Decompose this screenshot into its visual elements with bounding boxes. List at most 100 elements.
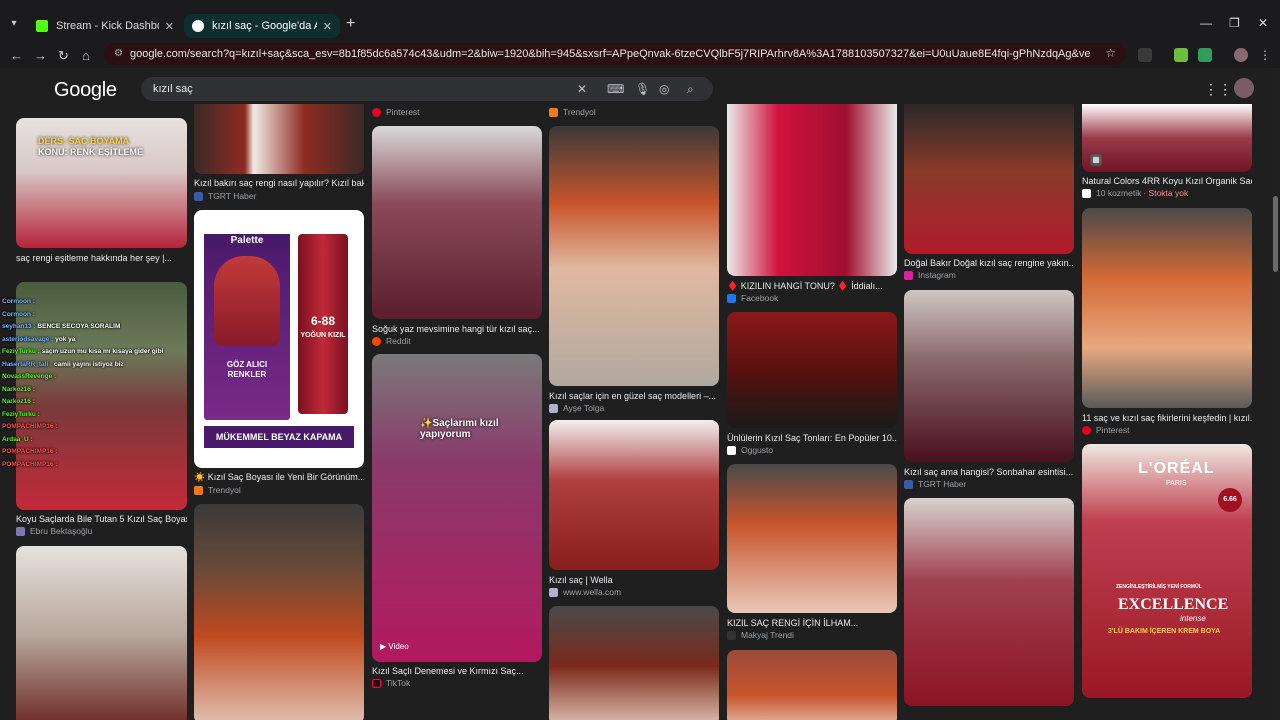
- result-source[interactable]: Oggusto: [727, 445, 773, 455]
- close-tab-icon[interactable]: ✕: [165, 20, 174, 33]
- search-box[interactable]: ✕ ⌨ 🎙 ◎ ⌕: [141, 77, 713, 101]
- result-title[interactable]: Kızıl saçlar için en güzel saç modelleri…: [549, 391, 719, 401]
- result-source[interactable]: Pinterest: [1082, 425, 1130, 435]
- result-title[interactable]: Kızıl saç ama hangisi? Sonbahar esintisi…: [904, 467, 1074, 477]
- menu-kebab-icon[interactable]: ⋮: [1258, 48, 1272, 62]
- image-result-card[interactable]: [549, 606, 719, 720]
- result-title[interactable]: Ünlülerin Kızıl Saç Tonları: En Popüler …: [727, 433, 897, 443]
- search-input[interactable]: [153, 80, 573, 98]
- google-apps-icon[interactable]: ⋮⋮: [1204, 81, 1232, 98]
- image-result-card[interactable]: Kızıl saçlar için en güzel saç modelleri…: [549, 126, 719, 414]
- result-thumbnail[interactable]: L'ORÉAL PARIS 6.66 ZENGİNLEŞTİRİLMİŞ YEN…: [1082, 444, 1252, 698]
- site-info-icon[interactable]: ⚙: [114, 48, 124, 60]
- bookmark-star-icon[interactable]: ☆: [1105, 46, 1116, 60]
- result-source[interactable]: Ayşe Tolga: [549, 403, 604, 413]
- image-result-card[interactable]: Doğal Bakır Doğal kızıl saç rengine yakı…: [904, 104, 1074, 282]
- result-title[interactable]: ♦️ KIZILIN HANGİ TONU? ♦️ İddialı...: [727, 281, 897, 292]
- image-result-card[interactable]: Pinterest: [372, 104, 542, 118]
- result-title[interactable]: Soğuk yaz mevsimine hangi tür kızıl saç.…: [372, 324, 542, 334]
- image-result-card[interactable]: ✨Saçlarımı kızıl yapıyorum ▶ Video Kızıl…: [372, 354, 542, 692]
- scrollbar-thumb[interactable]: [1273, 196, 1278, 272]
- result-source[interactable]: Makyaj Trendi: [727, 630, 794, 640]
- image-result-card[interactable]: Kızıl saç ama hangisi? Sonbahar esintisi…: [904, 290, 1074, 490]
- result-title[interactable]: Natural Colors 4RR Koyu Kızıl Organik Sa…: [1082, 176, 1252, 186]
- image-result-card[interactable]: ▦ Natural Colors 4RR Koyu Kızıl Organik …: [1082, 104, 1252, 202]
- result-title[interactable]: Kızıl Saçlı Denemesi ve Kırmızı Saç...: [372, 666, 542, 676]
- image-result-card[interactable]: [904, 498, 1074, 720]
- extensions-icon[interactable]: [1138, 48, 1152, 62]
- extension-1-icon[interactable]: [1174, 48, 1188, 62]
- result-thumbnail[interactable]: [727, 464, 897, 613]
- result-thumbnail[interactable]: [372, 126, 542, 319]
- result-source[interactable]: Instagram: [904, 270, 956, 280]
- result-thumbnail[interactable]: ▦: [1082, 104, 1252, 172]
- google-logo[interactable]: Google: [54, 79, 117, 102]
- image-result-card[interactable]: Palette GÖZ ALICI RENKLER 6-88 YOĞUN KIZ…: [194, 210, 364, 498]
- profile-avatar-icon[interactable]: [1234, 48, 1248, 62]
- image-result-card[interactable]: [727, 650, 897, 720]
- result-thumbnail[interactable]: [194, 504, 364, 720]
- new-tab-icon[interactable]: +: [346, 16, 355, 32]
- result-source[interactable]: Ebru Bektaşoğlu: [16, 526, 92, 536]
- result-source[interactable]: TikTok: [372, 678, 410, 688]
- close-window-icon[interactable]: ✕: [1258, 16, 1268, 30]
- result-source[interactable]: TGRT Haber: [194, 191, 256, 201]
- result-thumbnail[interactable]: [549, 126, 719, 386]
- result-thumbnail[interactable]: [549, 420, 719, 570]
- page-scrollbar[interactable]: [1271, 68, 1280, 720]
- result-thumbnail[interactable]: [727, 312, 897, 428]
- image-result-card[interactable]: DERS: SAÇ BOYAMA KONU: RENK EŞİTLEME saç…: [16, 118, 187, 263]
- result-title[interactable]: Koyu Saçlarda Bile Tutan 5 Kızıl Saç Boy…: [16, 514, 187, 524]
- image-result-card[interactable]: Soğuk yaz mevsimine hangi tür kızıl saç.…: [372, 126, 542, 346]
- result-thumbnail[interactable]: [194, 104, 364, 174]
- forward-icon[interactable]: →: [34, 48, 47, 64]
- image-result-card[interactable]: Kızıl bakırı saç rengi nasıl yapılır? Kı…: [194, 104, 364, 204]
- back-icon[interactable]: ←: [10, 48, 23, 64]
- result-title[interactable]: KIZIL SAÇ RENGİ İÇİN İLHAM...: [727, 618, 897, 628]
- image-result-card[interactable]: Ünlülerin Kızıl Saç Tonları: En Popüler …: [727, 312, 897, 458]
- image-result-card[interactable]: Kızıl saç | Wella www.wella.com: [549, 420, 719, 600]
- lens-search-icon[interactable]: ◎: [659, 81, 669, 97]
- image-result-card[interactable]: Trendyol: [549, 104, 719, 118]
- tab-search-icon[interactable]: ▾: [6, 16, 22, 32]
- result-thumbnail[interactable]: [727, 104, 897, 276]
- result-thumbnail[interactable]: [904, 498, 1074, 706]
- image-result-card[interactable]: [16, 546, 187, 720]
- result-source[interactable]: Pinterest: [372, 107, 420, 117]
- result-thumbnail[interactable]: ✨Saçlarımı kızıl yapıyorum ▶ Video: [372, 354, 542, 662]
- result-thumbnail[interactable]: [549, 606, 719, 720]
- result-title[interactable]: saç rengi eşitleme hakkında her şey |...: [16, 253, 187, 263]
- voice-search-icon[interactable]: 🎙: [635, 81, 650, 97]
- reload-icon[interactable]: ↻: [58, 48, 69, 64]
- minimize-icon[interactable]: —: [1200, 16, 1212, 30]
- result-thumbnail[interactable]: Palette GÖZ ALICI RENKLER 6-88 YOĞUN KIZ…: [194, 210, 364, 468]
- result-thumbnail[interactable]: DERS: SAÇ BOYAMA KONU: RENK EŞİTLEME: [16, 118, 187, 248]
- result-source[interactable]: TGRT Haber: [904, 479, 966, 489]
- result-title[interactable]: ☀️ Kızıl Saç Boyası ile Yeni Bir Görünüm…: [194, 472, 364, 483]
- close-tab-icon[interactable]: ✕: [323, 20, 332, 33]
- result-thumbnail[interactable]: [904, 290, 1074, 462]
- result-source[interactable]: Reddit: [372, 336, 411, 346]
- result-source[interactable]: Facebook: [727, 293, 778, 303]
- avatar[interactable]: [1234, 78, 1254, 98]
- result-thumbnail[interactable]: [904, 104, 1074, 254]
- result-title[interactable]: 11 saç ve kızıl saç fikirlerini keşfedin…: [1082, 413, 1252, 423]
- image-result-card[interactable]: 11 saç ve kızıl saç fikirlerini keşfedin…: [1082, 208, 1252, 436]
- home-icon[interactable]: ⌂: [82, 48, 90, 64]
- clear-search-icon[interactable]: ✕: [577, 81, 587, 97]
- maximize-icon[interactable]: ❐: [1229, 16, 1240, 30]
- extension-2-icon[interactable]: [1198, 48, 1212, 62]
- image-result-card[interactable]: ♦️ KIZILIN HANGİ TONU? ♦️ İddialı... Fac…: [727, 104, 897, 304]
- tab-kick-dashboard[interactable]: Stream - Kick Dashboard ✕: [28, 14, 182, 38]
- keyboard-icon[interactable]: ⌨: [607, 81, 624, 97]
- image-result-card[interactable]: KIZIL SAÇ RENGİ İÇİN İLHAM... Makyaj Tre…: [727, 464, 897, 642]
- tab-google-search[interactable]: kızıl saç - Google'da Ara ✕: [184, 14, 340, 38]
- result-thumbnail[interactable]: [1082, 208, 1252, 408]
- result-thumbnail[interactable]: [727, 650, 897, 720]
- result-source[interactable]: Trendyol: [549, 107, 596, 117]
- result-title[interactable]: Kızıl saç | Wella: [549, 575, 719, 585]
- image-result-card[interactable]: L'ORÉAL PARIS 6.66 ZENGİNLEŞTİRİLMİŞ YEN…: [1082, 444, 1252, 698]
- result-thumbnail[interactable]: [16, 546, 187, 720]
- image-result-card[interactable]: [194, 504, 364, 720]
- result-source[interactable]: www.wella.com: [549, 587, 621, 597]
